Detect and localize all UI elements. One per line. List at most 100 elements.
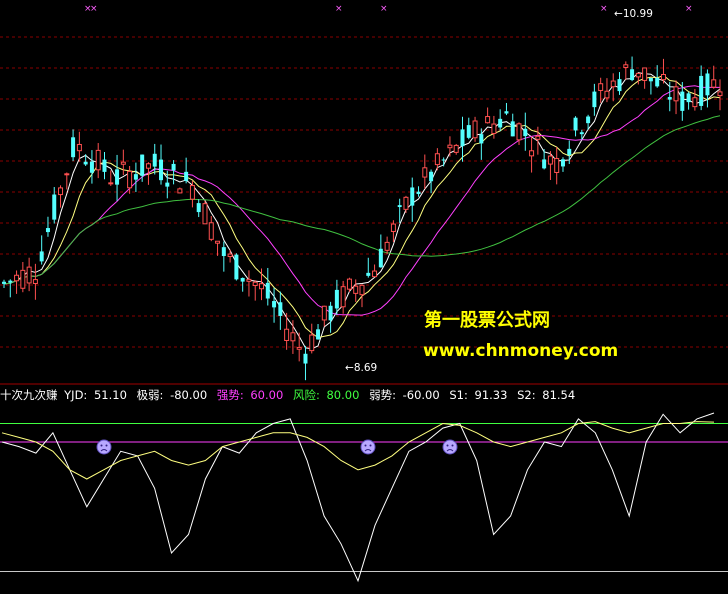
candle-body xyxy=(127,170,133,189)
candle-body xyxy=(485,116,491,124)
candle-body xyxy=(705,73,710,96)
candle-body xyxy=(434,153,440,166)
face-circle xyxy=(442,439,458,455)
candle-body xyxy=(145,163,151,169)
candle-body xyxy=(630,69,635,81)
candle-body xyxy=(397,205,402,208)
top-markers: ×× × × × × xyxy=(84,4,693,14)
x-marker-icon: × xyxy=(335,4,343,14)
candle-body xyxy=(586,116,591,124)
indicator-rs: 弱势: -60.00 xyxy=(369,388,440,402)
signal-face-icon xyxy=(442,439,458,455)
candle-body xyxy=(535,135,541,140)
candle-body xyxy=(221,247,226,257)
candle-body xyxy=(102,159,107,172)
candle-body xyxy=(359,284,365,296)
candle-body xyxy=(14,274,20,282)
low-price-label: ←8.69 xyxy=(345,362,378,374)
indicator-name[interactable]: 十次九次赚 xyxy=(0,388,58,402)
candle-body xyxy=(610,80,616,88)
candle-body xyxy=(673,86,679,102)
ma-line-3 xyxy=(3,85,720,316)
candle-body xyxy=(717,91,723,97)
candle-body xyxy=(316,329,321,340)
candle-body xyxy=(429,171,434,182)
candle-body xyxy=(309,334,315,352)
face-eye xyxy=(451,444,454,447)
candle-body xyxy=(447,144,453,149)
candle-body xyxy=(265,282,270,299)
candle-body xyxy=(547,155,553,165)
candle-body xyxy=(71,137,76,158)
candle-body xyxy=(196,203,201,213)
grid-lines xyxy=(0,36,728,572)
candle-body xyxy=(504,111,509,114)
chart-canvas: ×× × × × × xyxy=(0,4,728,583)
candle-body xyxy=(516,123,522,141)
candle-body xyxy=(372,270,378,278)
signal-face-icon xyxy=(96,439,112,455)
signal-face-icon xyxy=(360,439,376,455)
candle-body xyxy=(378,248,383,268)
candle-body xyxy=(32,279,38,284)
candle-body xyxy=(227,253,233,257)
watermark-title: 第一股票公式网 xyxy=(424,310,550,331)
candle-body xyxy=(692,97,698,108)
candle-body xyxy=(208,222,214,240)
high-arrow-icon: ← xyxy=(614,8,623,20)
candle-body xyxy=(328,305,333,321)
candle-body xyxy=(95,149,101,171)
indicator-s2: S2: 81.54 xyxy=(517,388,576,402)
candle-body xyxy=(202,203,208,225)
indicator-info-bar: 十次九次赚 YJD: 51.10 极弱: -80.00 强势: 60.00 风险… xyxy=(0,386,728,404)
candle-body xyxy=(498,118,503,128)
candle-body xyxy=(64,173,70,176)
candle-body xyxy=(39,251,44,262)
candle-body xyxy=(510,121,515,137)
indicator-qs: 强势: 60.00 xyxy=(216,388,284,402)
candle-body xyxy=(184,171,189,181)
candle-body xyxy=(45,228,50,233)
face-eye xyxy=(446,444,449,447)
indicator-line-yjd xyxy=(1,412,715,583)
candle-body xyxy=(284,328,290,341)
candle-body xyxy=(416,191,421,195)
face-eye xyxy=(100,444,103,447)
watermark-url: www.chnmoney.com xyxy=(423,341,619,361)
candle-body xyxy=(384,241,390,251)
candle-body xyxy=(472,120,478,139)
candle-body xyxy=(523,128,528,137)
candle-body xyxy=(466,125,471,138)
candle-body xyxy=(89,161,94,173)
candle-body xyxy=(252,281,258,287)
candle-body xyxy=(441,159,446,161)
candle-body xyxy=(491,123,497,134)
candle-body xyxy=(403,196,409,210)
candle-body xyxy=(58,187,64,196)
face-eye xyxy=(364,444,367,447)
candle-body xyxy=(642,67,648,81)
candle-body xyxy=(542,159,547,169)
candle-body xyxy=(390,223,396,232)
candle-body xyxy=(272,301,277,308)
candle-body xyxy=(234,254,239,280)
candle-body xyxy=(303,353,308,364)
candle-body xyxy=(579,132,584,135)
candle-body xyxy=(598,83,604,91)
candle-body xyxy=(560,159,565,167)
candle-body xyxy=(655,78,660,87)
candle-body xyxy=(680,91,685,111)
candle-body xyxy=(8,280,13,283)
candle-body xyxy=(189,185,195,200)
moving-average-lines xyxy=(3,72,721,350)
ma-line-4 xyxy=(3,115,721,285)
candle-body xyxy=(604,90,610,99)
indicator-jr: 极弱: -80.00 xyxy=(136,388,208,402)
candle-body xyxy=(334,289,339,309)
candle-body xyxy=(259,283,265,290)
x-marker-icon: × xyxy=(685,4,693,14)
candle-body xyxy=(159,159,164,181)
candle-body xyxy=(410,187,415,206)
candle-body xyxy=(26,266,32,284)
candle-body xyxy=(240,277,245,282)
